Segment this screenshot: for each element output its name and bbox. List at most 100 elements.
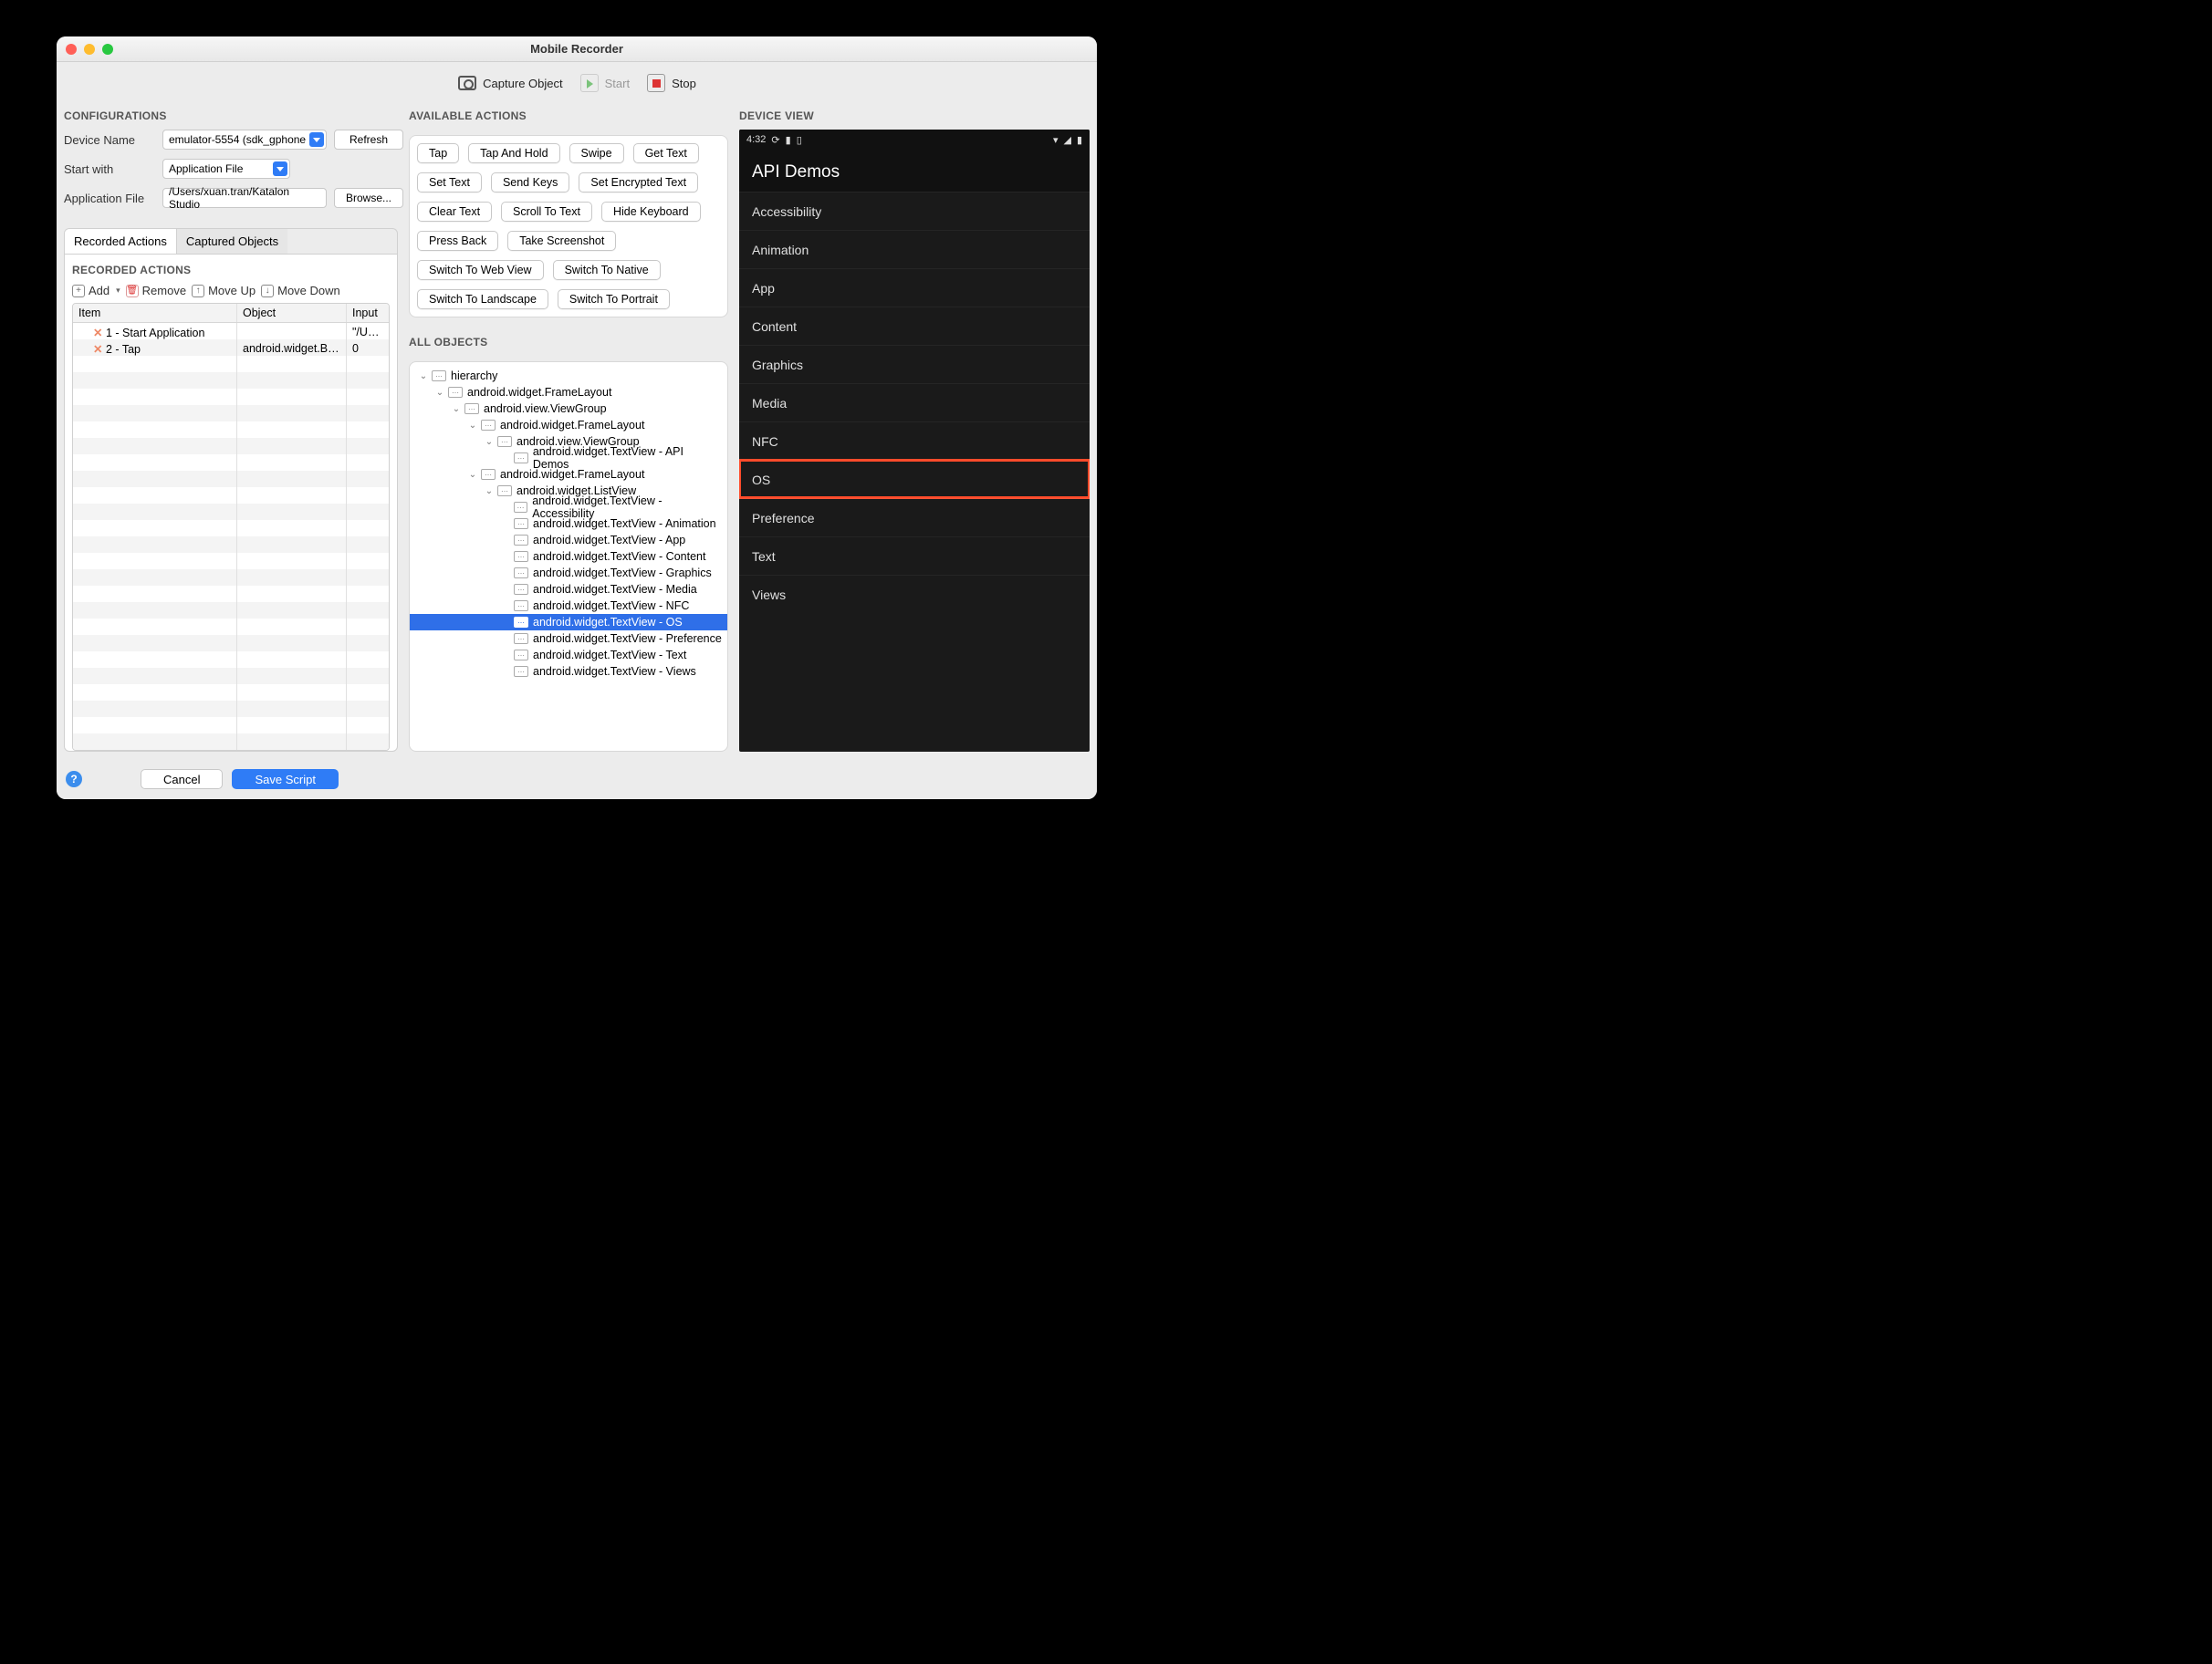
tree-node[interactable]: ⌄⋯android.widget.FrameLayout <box>410 417 727 433</box>
action-tap[interactable]: Tap <box>417 143 459 163</box>
chevron-down-icon <box>309 132 324 147</box>
start-with-select[interactable]: Application File <box>162 159 290 179</box>
action-get-text[interactable]: Get Text <box>633 143 699 163</box>
tree-node[interactable]: ⋯android.widget.TextView - Graphics <box>410 565 727 581</box>
action-press-back[interactable]: Press Back <box>417 231 498 251</box>
remove-action-button[interactable]: 🗑Remove <box>126 284 186 297</box>
tree-node[interactable]: ⋯android.widget.TextView - API Demos <box>410 450 727 466</box>
device-list-item[interactable]: Media <box>739 383 1090 421</box>
tree-node-label: android.widget.FrameLayout <box>500 468 644 481</box>
chevron-down-icon[interactable]: ⌄ <box>483 437 496 447</box>
tree-node[interactable]: ⌄⋯hierarchy <box>410 368 727 384</box>
chevron-down-icon[interactable]: ⌄ <box>483 486 496 496</box>
table-row-empty <box>73 733 389 750</box>
move-down-button[interactable]: ↓Move Down <box>261 284 340 297</box>
help-icon[interactable]: ? <box>66 771 82 787</box>
tree-node[interactable]: ⋯android.widget.TextView - Animation <box>410 515 727 532</box>
stop-button[interactable]: Stop <box>646 73 696 93</box>
application-file-input[interactable]: /Users/xuan.tran/Katalon Studio <box>162 188 327 208</box>
action-take-screenshot[interactable]: Take Screenshot <box>507 231 616 251</box>
action-swipe[interactable]: Swipe <box>569 143 624 163</box>
chevron-down-icon[interactable]: ⌄ <box>417 371 430 381</box>
action-tap-and-hold[interactable]: Tap And Hold <box>468 143 559 163</box>
device-list-item[interactable]: Preference <box>739 498 1090 536</box>
table-row-empty <box>73 454 389 471</box>
col-item: Item <box>73 304 237 322</box>
tree-node[interactable]: ⋯android.widget.TextView - Accessibility <box>410 499 727 515</box>
action-hide-keyboard[interactable]: Hide Keyboard <box>601 202 701 222</box>
table-row-empty <box>73 602 389 619</box>
application-file-label: Application File <box>64 192 155 205</box>
tree-node[interactable]: ⋯android.widget.TextView - Text <box>410 647 727 663</box>
all-objects-tree: ⌄⋯hierarchy⌄⋯android.widget.FrameLayout⌄… <box>409 361 728 752</box>
table-row-empty <box>73 553 389 569</box>
tree-node[interactable]: ⋯android.widget.TextView - Media <box>410 581 727 598</box>
tree-node[interactable]: ⌄⋯android.view.ViewGroup <box>410 400 727 417</box>
action-switch-to-landscape[interactable]: Switch To Landscape <box>417 289 548 309</box>
chevron-down-icon[interactable]: ⌄ <box>466 421 479 431</box>
tree-node[interactable]: ⌄⋯android.widget.FrameLayout <box>410 384 727 400</box>
action-switch-to-portrait[interactable]: Switch To Portrait <box>558 289 670 309</box>
tree-node-label: android.widget.TextView - Media <box>533 583 697 596</box>
table-row-empty <box>73 701 389 717</box>
table-row[interactable]: ✕1 - Start Application"/Users/xu <box>73 323 389 339</box>
device-name-select[interactable]: emulator-5554 (sdk_gphone <box>162 130 327 150</box>
table-row-empty <box>73 487 389 504</box>
start-label: Start <box>605 77 630 90</box>
configurations-heading: CONFIGURATIONS <box>64 104 398 130</box>
action-switch-to-native[interactable]: Switch To Native <box>553 260 661 280</box>
tree-node[interactable]: ⋯android.widget.TextView - Views <box>410 663 727 680</box>
cancel-button[interactable]: Cancel <box>141 769 223 789</box>
table-row-empty <box>73 619 389 635</box>
chevron-down-icon[interactable]: ⌄ <box>466 470 479 480</box>
table-row[interactable]: ✕2 - Tapandroid.widget.Button0 <box>73 339 389 356</box>
sync-icon: ⟳ <box>771 134 779 146</box>
tab-recorded-actions[interactable]: Recorded Actions <box>65 229 176 254</box>
device-list-item[interactable]: NFC <box>739 421 1090 460</box>
move-up-button[interactable]: ↑Move Up <box>192 284 256 297</box>
device-list-item[interactable]: App <box>739 268 1090 307</box>
mobile-recorder-window: Mobile Recorder Capture Object Start Sto… <box>57 36 1097 799</box>
add-action-button[interactable]: +Add <box>72 284 120 297</box>
action-scroll-to-text[interactable]: Scroll To Text <box>501 202 592 222</box>
table-row-empty <box>73 651 389 668</box>
action-set-encrypted-text[interactable]: Set Encrypted Text <box>579 172 698 192</box>
tree-node-label: android.widget.TextView - Content <box>533 550 705 563</box>
chevron-down-icon[interactable]: ⌄ <box>433 388 446 398</box>
tree-node[interactable]: ⋯android.widget.TextView - NFC <box>410 598 727 614</box>
start-button[interactable]: Start <box>579 73 630 93</box>
tree-node[interactable]: ⋯android.widget.TextView - Preference <box>410 630 727 647</box>
device-app-title: API Demos <box>739 150 1090 192</box>
save-script-button[interactable]: Save Script <box>232 769 338 789</box>
device-name-label: Device Name <box>64 133 155 147</box>
tree-node-label: android.view.ViewGroup <box>484 402 607 415</box>
device-list-item[interactable]: Content <box>739 307 1090 345</box>
device-list-item[interactable]: Animation <box>739 230 1090 268</box>
tab-captured-objects[interactable]: Captured Objects <box>176 229 287 254</box>
available-actions-panel: Tap Tap And Hold Swipe Get Text Set Text Send… <box>409 135 728 317</box>
action-send-keys[interactable]: Send Keys <box>491 172 569 192</box>
action-switch-to-web-view[interactable]: Switch To Web View <box>417 260 544 280</box>
action-clear-text[interactable]: Clear Text <box>417 202 492 222</box>
element-icon: ⋯ <box>514 502 528 513</box>
device-list-item[interactable]: Text <box>739 536 1090 575</box>
refresh-button[interactable]: Refresh <box>334 130 403 150</box>
camera-icon <box>458 76 476 90</box>
table-row-empty <box>73 668 389 684</box>
tree-node[interactable]: ⋯android.widget.TextView - OS <box>410 614 727 630</box>
device-list-item[interactable]: Accessibility <box>739 192 1090 230</box>
device-list-item[interactable]: Views <box>739 575 1090 613</box>
device-list-item[interactable]: OS <box>739 460 1090 498</box>
element-icon: ⋯ <box>514 600 528 611</box>
chevron-down-icon[interactable]: ⌄ <box>450 404 463 414</box>
tree-node-label: android.widget.TextView - API Demos <box>533 445 722 471</box>
element-icon: ⋯ <box>448 387 463 398</box>
tree-node[interactable]: ⋯android.widget.TextView - Content <box>410 548 727 565</box>
table-row-empty <box>73 356 389 372</box>
action-set-text[interactable]: Set Text <box>417 172 482 192</box>
element-icon: ⋯ <box>432 370 446 381</box>
tree-node[interactable]: ⋯android.widget.TextView - App <box>410 532 727 548</box>
device-list-item[interactable]: Graphics <box>739 345 1090 383</box>
capture-object-button[interactable]: Capture Object <box>457 73 562 93</box>
browse-button[interactable]: Browse... <box>334 188 403 208</box>
